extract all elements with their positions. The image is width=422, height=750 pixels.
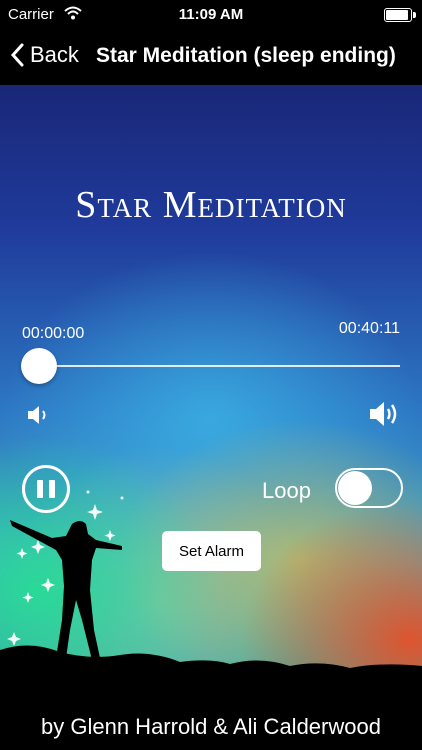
chevron-left-icon bbox=[10, 43, 24, 67]
credit-text: by Glenn Harrold & Ali Calderwood bbox=[41, 714, 381, 739]
volume-high-icon bbox=[368, 399, 402, 434]
status-bar: Carrier 11:09 AM bbox=[0, 0, 422, 30]
back-button[interactable]: Back bbox=[10, 42, 79, 68]
total-duration: 00:40:11 bbox=[338, 320, 400, 337]
page-title: Star Meditation (sleep ending) bbox=[96, 44, 396, 67]
progress-slider-thumb[interactable] bbox=[21, 348, 57, 384]
volume-low-icon bbox=[26, 403, 52, 432]
clock: 11:09 AM bbox=[178, 6, 244, 23]
silhouette-illustration bbox=[0, 490, 422, 702]
back-label: Back bbox=[30, 42, 79, 67]
elapsed-time: 00:00:00 bbox=[22, 325, 85, 342]
battery-icon bbox=[384, 8, 416, 22]
app-title: Star Meditation bbox=[75, 184, 347, 226]
navigation-bar: Back Star Meditation (sleep ending) bbox=[0, 30, 422, 85]
progress-track[interactable] bbox=[22, 365, 400, 367]
